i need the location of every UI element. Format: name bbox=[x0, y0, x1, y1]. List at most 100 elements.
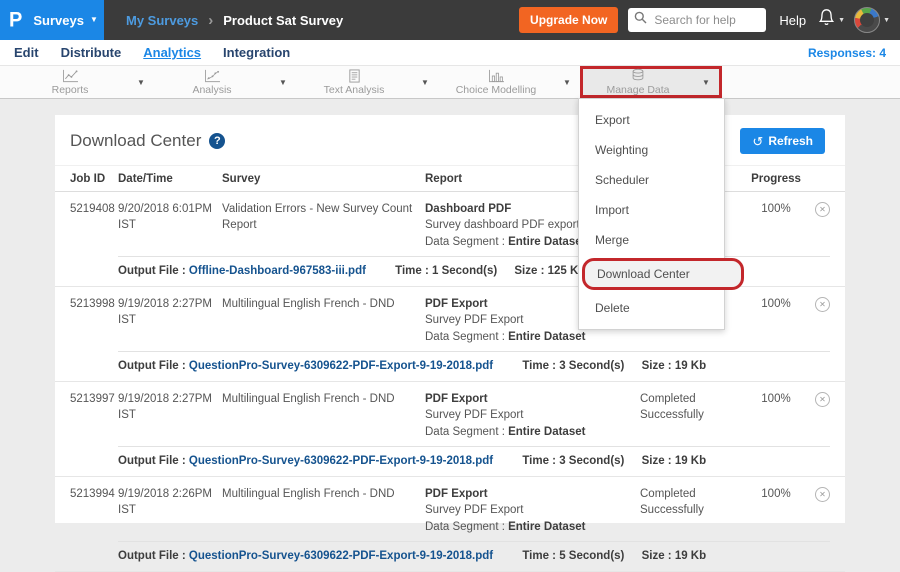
output-file-link[interactable]: QuestionPro-Survey-6309622-PDF-Export-9-… bbox=[189, 550, 493, 562]
menu-item-merge[interactable]: Merge bbox=[579, 225, 724, 255]
job-progress: 100% bbox=[750, 486, 802, 535]
job-time: Time : 3 Second(s) bbox=[522, 360, 624, 372]
job-date: 9/19/2018 2:27PMIST bbox=[118, 391, 222, 440]
menu-item-export[interactable]: Export bbox=[579, 105, 724, 135]
table-row: 5213997 9/19/2018 2:27PMIST Multilingual… bbox=[55, 382, 845, 477]
menu-item-scheduler[interactable]: Scheduler bbox=[579, 165, 724, 195]
caret-down-icon bbox=[90, 16, 98, 24]
job-time: Time : 1 Second(s) bbox=[395, 265, 497, 277]
manage-data-dropdown-caret[interactable] bbox=[693, 69, 719, 95]
menu-item-weighting[interactable]: Weighting bbox=[579, 135, 724, 165]
circle-x-icon[interactable] bbox=[815, 297, 830, 312]
choice-modelling-dropdown-caret[interactable] bbox=[554, 66, 580, 98]
manage-data-dropdown-menu: Export Weighting Scheduler Import Merge … bbox=[578, 98, 725, 330]
upgrade-now-button[interactable]: Upgrade Now bbox=[519, 7, 618, 33]
text-document-icon bbox=[347, 69, 362, 83]
job-id: 5213997 bbox=[70, 391, 118, 440]
toolbar-group-analysis: Analysis bbox=[154, 66, 296, 98]
manage-data-button[interactable]: Manage Data bbox=[583, 69, 693, 95]
circle-x-icon[interactable] bbox=[815, 487, 830, 502]
top-bar: P Surveys My Surveys Product Sat Survey … bbox=[0, 0, 900, 40]
reports-button[interactable]: Reports bbox=[12, 66, 128, 98]
table-header-row: Job ID Date/Time Survey Report Progress bbox=[55, 165, 845, 192]
toolbar-group-manage-data: Manage Data bbox=[580, 66, 722, 98]
menu-item-download-center[interactable]: Download Center bbox=[582, 258, 744, 290]
table-row: 5213998 9/19/2018 2:27PMIST Multilingual… bbox=[55, 287, 845, 382]
tab-integration[interactable]: Integration bbox=[223, 45, 290, 60]
reports-dropdown-caret[interactable] bbox=[128, 66, 154, 98]
toolbar-label: Choice Modelling bbox=[456, 84, 537, 96]
toolbar-group-reports: Reports bbox=[12, 66, 154, 98]
job-id: 5219408 bbox=[70, 201, 118, 250]
job-progress: 100% bbox=[750, 391, 802, 440]
analysis-dropdown-caret[interactable] bbox=[270, 66, 296, 98]
circle-x-icon[interactable] bbox=[815, 392, 830, 407]
analysis-button[interactable]: Analysis bbox=[154, 66, 270, 98]
account-menu[interactable] bbox=[854, 7, 890, 33]
header-survey: Survey bbox=[222, 173, 425, 185]
search-input[interactable] bbox=[652, 12, 764, 28]
job-date: 9/19/2018 2:27PMIST bbox=[118, 296, 222, 345]
output-file-link[interactable]: QuestionPro-Survey-6309622-PDF-Export-9-… bbox=[189, 360, 493, 372]
job-progress: 100% bbox=[750, 296, 802, 345]
toolbar-group-text-analysis: Text Analysis bbox=[296, 66, 438, 98]
line-chart-icon bbox=[62, 69, 79, 83]
breadcrumb-separator-icon bbox=[208, 12, 213, 29]
job-progress: 100% bbox=[750, 201, 802, 250]
job-size: Size : 19 Kb bbox=[642, 550, 707, 562]
refresh-button[interactable]: Refresh bbox=[740, 128, 825, 154]
text-analysis-button[interactable]: Text Analysis bbox=[296, 66, 412, 98]
questionpro-app: P Surveys My Surveys Product Sat Survey … bbox=[0, 0, 900, 523]
question-circle-icon[interactable] bbox=[209, 133, 225, 149]
bar-chart-icon bbox=[488, 69, 505, 83]
job-report: PDF ExportSurvey PDF ExportData Segment … bbox=[425, 486, 640, 535]
tab-edit[interactable]: Edit bbox=[14, 45, 39, 60]
bell-icon bbox=[818, 8, 835, 32]
job-id: 5213994 bbox=[70, 486, 118, 535]
menu-item-import[interactable]: Import bbox=[579, 195, 724, 225]
job-survey: Multilingual English French - DND bbox=[222, 486, 425, 535]
questionpro-logo-icon: P bbox=[9, 8, 22, 32]
job-time: Time : 3 Second(s) bbox=[522, 455, 624, 467]
breadcrumb-my-surveys[interactable]: My Surveys bbox=[126, 13, 198, 28]
job-survey: Multilingual English French - DND bbox=[222, 296, 425, 345]
help-search-box[interactable] bbox=[628, 8, 766, 32]
menu-item-delete[interactable]: Delete bbox=[579, 293, 724, 323]
choice-modelling-button[interactable]: Choice Modelling bbox=[438, 66, 554, 98]
job-size: Size : 19 Kb bbox=[642, 455, 707, 467]
panel-header: Download Center Refresh bbox=[55, 115, 845, 165]
toolbar-label: Text Analysis bbox=[324, 84, 385, 96]
refresh-arrow-icon bbox=[752, 135, 763, 148]
text-analysis-dropdown-caret[interactable] bbox=[412, 66, 438, 98]
topbar-actions: Upgrade Now Help bbox=[519, 7, 900, 33]
toolbar-label: Manage Data bbox=[606, 84, 669, 96]
job-status: Completed Successfully bbox=[640, 391, 750, 440]
job-date: 9/20/2018 6:01PMIST bbox=[118, 201, 222, 250]
output-file-row: Output File : QuestionPro-Survey-6309622… bbox=[118, 351, 830, 381]
circle-x-icon[interactable] bbox=[815, 202, 830, 217]
caret-down-icon bbox=[883, 17, 890, 24]
avatar-gauge-icon bbox=[854, 7, 880, 33]
tab-distribute[interactable]: Distribute bbox=[61, 45, 122, 60]
output-file-link[interactable]: QuestionPro-Survey-6309622-PDF-Export-9-… bbox=[189, 455, 493, 467]
breadcrumb: My Surveys Product Sat Survey bbox=[126, 12, 343, 29]
scatter-chart-icon bbox=[204, 69, 221, 83]
job-survey: Multilingual English French - DND bbox=[222, 391, 425, 440]
toolbar-label: Analysis bbox=[192, 84, 231, 96]
notifications-menu[interactable] bbox=[818, 8, 845, 32]
table-row: 5213994 9/19/2018 2:26PMIST Multilingual… bbox=[55, 477, 845, 572]
breadcrumb-current-survey: Product Sat Survey bbox=[223, 13, 343, 28]
job-status: Completed Successfully bbox=[640, 486, 750, 535]
job-size: Size : 19 Kb bbox=[642, 360, 707, 372]
tab-analytics[interactable]: Analytics bbox=[143, 45, 201, 60]
job-survey: Validation Errors - New Survey Count Rep… bbox=[222, 201, 425, 250]
header-progress: Progress bbox=[750, 173, 802, 185]
output-file-link[interactable]: Offline-Dashboard-967583-iii.pdf bbox=[189, 265, 366, 277]
analytics-toolbar: Reports Analysis Text Analysis bbox=[0, 65, 900, 99]
database-icon bbox=[630, 69, 646, 83]
surveys-product-menu[interactable]: P Surveys bbox=[0, 0, 104, 40]
product-menu-label: Surveys bbox=[33, 13, 84, 28]
refresh-label: Refresh bbox=[768, 134, 813, 148]
help-link[interactable]: Help bbox=[779, 13, 806, 28]
toolbar-label: Reports bbox=[52, 84, 89, 96]
